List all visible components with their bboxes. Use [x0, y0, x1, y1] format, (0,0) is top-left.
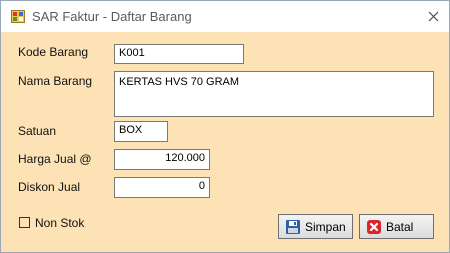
satuan-label: Satuan	[18, 124, 57, 138]
close-icon	[428, 11, 438, 22]
save-icon	[286, 219, 300, 234]
nama-barang-textarea[interactable]: KERTAS HVS 70 GRAM	[114, 71, 434, 117]
title-bar[interactable]: SAR Faktur - Daftar Barang	[1, 1, 449, 32]
window-title: SAR Faktur - Daftar Barang	[32, 9, 192, 24]
form-body: Kode Barang K001 Nama Barang KERTAS HVS …	[1, 32, 449, 252]
harga-jual-input[interactable]: 120.000	[114, 149, 210, 170]
dialog-window: SAR Faktur - Daftar Barang Kode Barang K…	[0, 0, 450, 253]
kode-barang-label: Kode Barang	[18, 45, 89, 59]
simpan-label: Simpan	[305, 219, 346, 234]
kode-barang-input[interactable]: K001	[114, 44, 244, 64]
simpan-button[interactable]: Simpan	[278, 214, 353, 239]
close-button[interactable]	[417, 1, 449, 32]
batal-button[interactable]: Batal	[359, 214, 434, 239]
harga-jual-label: Harga Jual @	[18, 152, 92, 166]
satuan-input[interactable]: BOX	[114, 121, 168, 142]
nama-barang-label: Nama Barang	[18, 74, 93, 88]
non-stok-checkbox[interactable]	[19, 217, 30, 228]
non-stok-label[interactable]: Non Stok	[35, 216, 84, 230]
batal-label: Batal	[386, 219, 414, 234]
cancel-icon	[367, 219, 381, 234]
app-icon	[11, 10, 25, 23]
diskon-jual-label: Diskon Jual	[18, 180, 81, 194]
diskon-jual-input[interactable]: 0	[114, 177, 210, 198]
